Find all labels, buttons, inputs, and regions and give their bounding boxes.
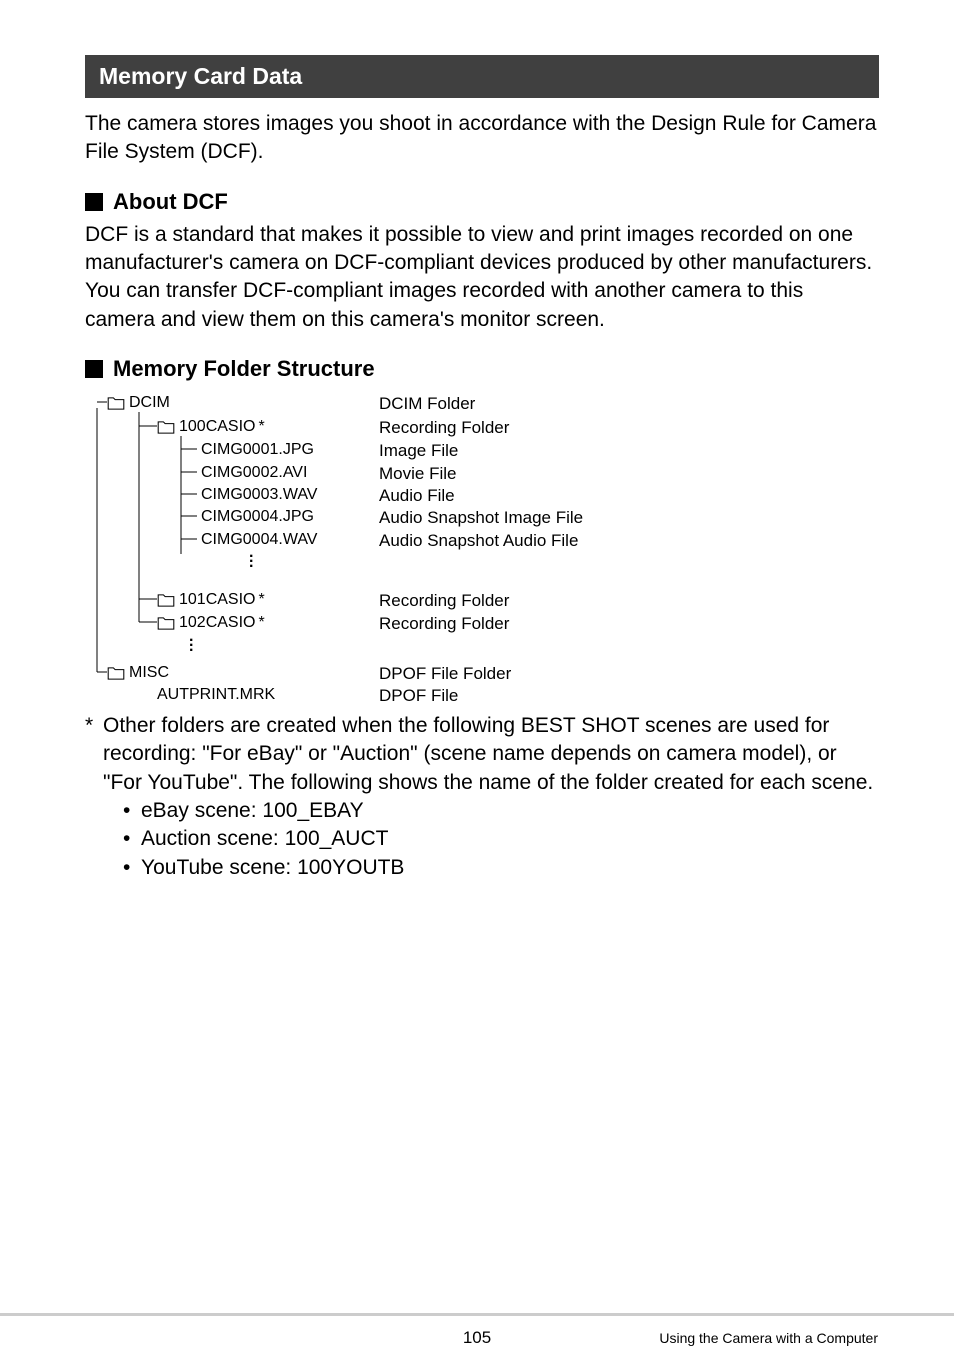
tree-star: * bbox=[258, 591, 264, 609]
tree-file5-name: CIMG0004.WAV bbox=[201, 531, 317, 549]
tree-dcim-label: DCIM Folder bbox=[379, 394, 475, 414]
intro-paragraph: The camera stores images you shoot in ac… bbox=[85, 110, 879, 167]
tree-misc-label: DPOF File Folder bbox=[379, 664, 511, 684]
tree-file1-label: Image File bbox=[379, 441, 458, 461]
bullet-text: Auction scene: 100_AUCT bbox=[141, 825, 388, 853]
tree-dcim-name: DCIM bbox=[129, 394, 170, 412]
folder-structure-title: Memory Folder Structure bbox=[113, 356, 375, 382]
tree-file3-label: Audio File bbox=[379, 486, 455, 506]
list-item: •Auction scene: 100_AUCT bbox=[123, 825, 879, 853]
page-number: 105 bbox=[463, 1328, 491, 1348]
tree-file3-name: CIMG0003.WAV bbox=[201, 486, 317, 504]
folder-icon bbox=[107, 667, 125, 680]
folder-structure-heading: Memory Folder Structure bbox=[85, 356, 879, 382]
tree-file5-label: Audio Snapshot Audio File bbox=[379, 531, 578, 551]
tree-star: * bbox=[258, 418, 264, 436]
tree-file4-label: Audio Snapshot Image File bbox=[379, 508, 583, 528]
tree-misc: MISC bbox=[107, 664, 169, 682]
folder-icon bbox=[107, 397, 125, 410]
tree-file4: CIMG0004.JPG bbox=[201, 508, 314, 526]
tree-file4-name: CIMG0004.JPG bbox=[201, 508, 314, 526]
footnote: * Other folders are created when the fol… bbox=[85, 712, 879, 797]
tree-101casio-name: 101CASIO bbox=[179, 591, 255, 609]
tree-file1: CIMG0001.JPG bbox=[201, 441, 314, 459]
tree-100casio-label: Recording Folder bbox=[379, 418, 509, 438]
bullet-dot-icon: • bbox=[123, 797, 141, 825]
footnote-star: * bbox=[85, 712, 103, 797]
about-dcf-paragraph: DCF is a standard that makes it possible… bbox=[85, 221, 879, 334]
tree-100casio-name: 100CASIO bbox=[179, 418, 255, 436]
scene-folder-list: •eBay scene: 100_EBAY •Auction scene: 10… bbox=[123, 797, 879, 882]
tree-misc-name: MISC bbox=[129, 664, 169, 682]
vertical-dots-icon: ··· bbox=[249, 554, 254, 569]
section-header: Memory Card Data bbox=[85, 55, 879, 98]
footnote-text: Other folders are created when the follo… bbox=[103, 712, 879, 797]
tree-file1-name: CIMG0001.JPG bbox=[201, 441, 314, 459]
tree-101casio: 101CASIO * bbox=[157, 591, 265, 609]
bullet-dot-icon: • bbox=[123, 854, 141, 882]
tree-file2-name: CIMG0002.AVI bbox=[201, 464, 307, 482]
tree-102casio-label: Recording Folder bbox=[379, 614, 509, 634]
vertical-dots-icon: ··· bbox=[189, 638, 194, 653]
bullet-text: eBay scene: 100_EBAY bbox=[141, 797, 364, 825]
tree-autprint-name: AUTPRINT.MRK bbox=[157, 686, 275, 704]
tree-file5: CIMG0004.WAV bbox=[201, 531, 317, 549]
square-bullet-icon bbox=[85, 360, 103, 378]
bullet-text: YouTube scene: 100YOUTB bbox=[141, 854, 404, 882]
folder-icon bbox=[157, 594, 175, 607]
tree-101casio-label: Recording Folder bbox=[379, 591, 509, 611]
tree-102casio-name: 102CASIO bbox=[179, 614, 255, 632]
folder-icon bbox=[157, 421, 175, 434]
footer-section-title: Using the Camera with a Computer bbox=[659, 1330, 878, 1346]
list-item: •eBay scene: 100_EBAY bbox=[123, 797, 879, 825]
about-dcf-title: About DCF bbox=[113, 189, 228, 215]
about-dcf-heading: About DCF bbox=[85, 189, 879, 215]
tree-file2-label: Movie File bbox=[379, 464, 456, 484]
tree-file2: CIMG0002.AVI bbox=[201, 464, 307, 482]
tree-dcim: DCIM bbox=[107, 394, 170, 412]
page-footer: 105 Using the Camera with a Computer bbox=[0, 1313, 954, 1357]
tree-autprint-label: DPOF File bbox=[379, 686, 458, 706]
folder-tree-diagram: DCIM DCIM Folder 100CASIO * Recording Fo… bbox=[89, 394, 879, 704]
bullet-dot-icon: • bbox=[123, 825, 141, 853]
tree-autprint: AUTPRINT.MRK bbox=[157, 686, 275, 704]
tree-102casio: 102CASIO * bbox=[157, 614, 265, 632]
square-bullet-icon bbox=[85, 193, 103, 211]
tree-star: * bbox=[258, 614, 264, 632]
tree-file3: CIMG0003.WAV bbox=[201, 486, 317, 504]
tree-100casio: 100CASIO * bbox=[157, 418, 265, 436]
list-item: •YouTube scene: 100YOUTB bbox=[123, 854, 879, 882]
folder-icon bbox=[157, 617, 175, 630]
